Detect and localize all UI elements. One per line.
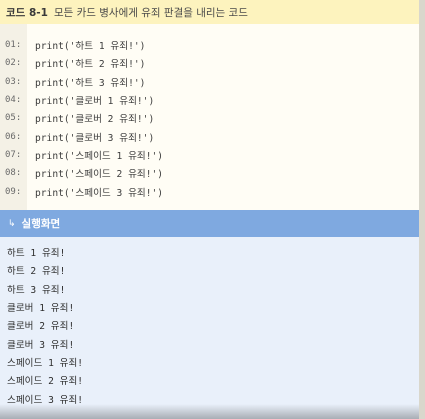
arrow-icon: ↳ <box>8 218 16 229</box>
code-line: 08: print('스페이드 2 유죄!') <box>0 164 419 182</box>
code-line: 04: print('클로버 1 유죄!') <box>0 91 419 109</box>
code-line: 05: print('클로버 2 유죄!') <box>0 109 419 127</box>
result-line: 스페이드 2 유죄! <box>7 376 84 388</box>
result-line: 하트 2 유죄! <box>7 266 66 278</box>
code-line: 07: print('스페이드 1 유죄!') <box>0 146 419 164</box>
line-number: 06: <box>5 131 22 142</box>
code-number: 코드 8-1 <box>6 6 48 19</box>
line-number: 09: <box>5 186 22 197</box>
result-line: 클로버 2 유죄! <box>7 321 75 333</box>
line-code: print('하트 2 유죄!') <box>35 59 146 71</box>
code-title: 모든 카드 병사에게 유죄 판결을 내리는 코드 <box>53 6 248 19</box>
line-code: print('하트 3 유죄!') <box>35 77 146 89</box>
line-code: print('스페이드 3 유죄!') <box>35 187 164 199</box>
line-code: print('하트 1 유죄!') <box>35 41 146 53</box>
code-block-header: 코드 8-1 모든 카드 병사에게 유죄 판결을 내리는 코드 <box>0 0 419 24</box>
line-number: 04: <box>5 95 22 106</box>
code-line: 03: print('하트 3 유죄!') <box>0 73 419 91</box>
line-code: print('클로버 3 유죄!') <box>35 132 155 144</box>
result-line: 클로버 1 유죄! <box>7 303 75 315</box>
code-line: 02: print('하트 2 유죄!') <box>0 54 419 72</box>
line-code: print('스페이드 2 유죄!') <box>35 169 164 181</box>
result-line: 하트 1 유죄! <box>7 248 66 260</box>
line-number: 08: <box>5 168 22 179</box>
result-block-header: ↳ 실행화면 <box>0 210 419 237</box>
result-line: 하트 3 유죄! <box>7 284 66 296</box>
result-line: 스페이드 1 유죄! <box>7 357 84 369</box>
code-lines: 01: print('하트 1 유죄!') 02: print('하트 2 유죄!'… <box>0 36 419 201</box>
result-line: 클로버 3 유죄! <box>7 339 75 351</box>
result-title: 실행화면 <box>21 218 61 230</box>
code-area: 01: print('하트 1 유죄!') 02: print('하트 2 유죄!'… <box>0 24 419 210</box>
code-line: 01: print('하트 1 유죄!') <box>0 36 419 54</box>
line-code: print('클로버 2 유죄!') <box>35 114 155 126</box>
line-number: 01: <box>5 40 22 51</box>
result-line: 스페이드 3 유죄! <box>7 394 84 406</box>
line-number: 03: <box>5 76 22 87</box>
result-area: 하트 1 유죄! 하트 2 유죄! 하트 3 유죄! 클로버 1 유죄! 클로버… <box>0 237 419 419</box>
line-code: print('스페이드 1 유죄!') <box>35 150 164 162</box>
result-lines: 하트 1 유죄! 하트 2 유죄! 하트 3 유죄! 클로버 1 유죄! 클로버… <box>0 243 419 408</box>
line-number: 02: <box>5 58 22 69</box>
code-line: 09: print('스페이드 3 유죄!') <box>0 182 419 200</box>
line-code: print('클로버 1 유죄!') <box>35 96 155 108</box>
document-page: 코드 8-1 모든 카드 병사에게 유죄 판결을 내리는 코드 01: print… <box>0 0 419 419</box>
line-number: 05: <box>5 113 22 124</box>
line-number: 07: <box>5 149 22 160</box>
code-line: 06: print('클로버 3 유죄!') <box>0 127 419 145</box>
page-edge-strip <box>419 0 425 419</box>
